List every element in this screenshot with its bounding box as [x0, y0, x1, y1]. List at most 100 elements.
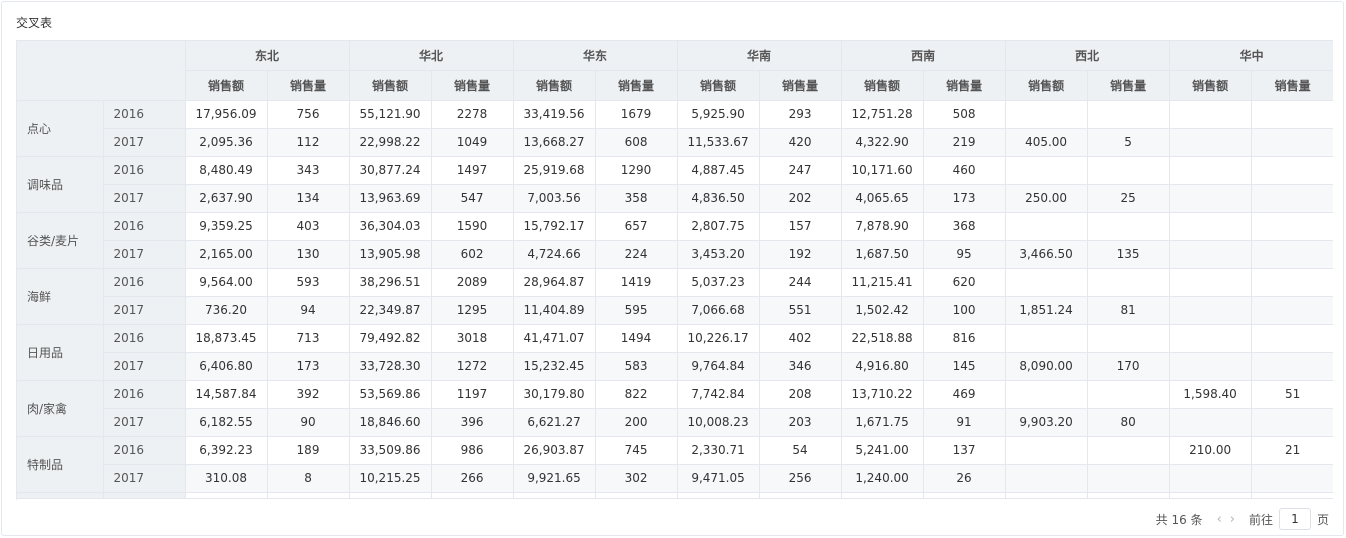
value-cell: 6,621.27: [513, 408, 596, 437]
value-cell: 5,241.00: [841, 436, 924, 465]
value-cell: 224: [595, 240, 678, 269]
value-cell: 200: [595, 408, 678, 437]
category-cell: 肉/家禽: [17, 380, 104, 437]
value-cell: 13,668.27: [513, 128, 596, 157]
value-cell: [1251, 464, 1333, 493]
measure-header: 销售量: [1251, 70, 1333, 101]
region-header: 东北: [185, 41, 350, 71]
chevron-left-icon[interactable]: ‹: [1217, 512, 1222, 527]
value-cell: 402: [759, 324, 842, 353]
value-cell: 22,518.88: [841, 324, 924, 353]
value-cell: 173: [923, 184, 1006, 213]
year-cell: 2016: [103, 268, 186, 297]
value-cell: 5: [1087, 128, 1170, 157]
value-cell: [1251, 100, 1333, 129]
value-cell: 10,226.17: [677, 324, 760, 353]
value-cell: 2089: [431, 268, 514, 297]
year-cell: 2016: [103, 100, 186, 129]
value-cell: 91: [923, 408, 1006, 437]
empty-cell: [349, 492, 432, 499]
header-row-measures: 销售额 销售量 销售额 销售量 销售额 销售量 销售额 销售量 销售额 销售量 销售额 销售量 销售额销…: [17, 70, 1333, 101]
value-cell: 15,232.45: [513, 352, 596, 381]
value-cell: 13,905.98: [349, 240, 432, 269]
value-cell: 192: [759, 240, 842, 269]
value-cell: 756: [267, 100, 350, 129]
value-cell: 4,065.65: [841, 184, 924, 213]
year-cell: 2017: [103, 352, 186, 381]
value-cell: 145: [923, 352, 1006, 381]
value-cell: 986: [431, 436, 514, 465]
value-cell: 5,037.23: [677, 268, 760, 297]
value-cell: 6,392.23: [185, 436, 268, 465]
value-cell: 583: [595, 352, 678, 381]
value-cell: 9,471.05: [677, 464, 760, 493]
value-cell: 1419: [595, 268, 678, 297]
table-row: 调味品 2016 8,480.49 343 30,877.24 1497 25,919.68…: [17, 156, 1333, 213]
chevron-right-icon[interactable]: ›: [1230, 512, 1235, 527]
year-cell: 2017: [103, 128, 186, 157]
value-cell: 95: [923, 240, 1006, 269]
value-cell: 2,330.71: [677, 436, 760, 465]
table-row: 2017 6,182.55 90 18,846.60 396 6,621.27 200 10,…: [17, 408, 1333, 437]
value-cell: 55,121.90: [349, 100, 432, 129]
value-cell: [1169, 128, 1252, 157]
table-row: 2017 736.20 94 22,349.87 1295 11,404.89 595 7,0…: [17, 296, 1333, 325]
measure-header: 销售额: [185, 70, 268, 101]
value-cell: 33,509.86: [349, 436, 432, 465]
pagination: 共 16 条 ‹ › 前往 页: [1156, 508, 1329, 530]
value-cell: 9,359.25: [185, 212, 268, 241]
value-cell: [1169, 464, 1252, 493]
page-word-label: 页: [1316, 512, 1329, 527]
year-cell: 2016: [103, 380, 186, 409]
value-cell: 112: [267, 128, 350, 157]
year-cell: 2017: [103, 240, 186, 269]
value-cell: 1,687.50: [841, 240, 924, 269]
value-cell: [1169, 184, 1252, 213]
value-cell: 17,956.09: [185, 100, 268, 129]
page-number-input[interactable]: [1278, 508, 1311, 530]
value-cell: 100: [923, 296, 1006, 325]
value-cell: 10,171.60: [841, 156, 924, 185]
value-cell: 7,066.68: [677, 296, 760, 325]
value-cell: [1005, 464, 1088, 493]
value-cell: [1005, 380, 1088, 409]
table-row-partial: [17, 492, 1333, 499]
year-cell: 2017: [103, 184, 186, 213]
measure-header: 销售额: [349, 70, 432, 101]
value-cell: 11,533.67: [677, 128, 760, 157]
value-cell: 620: [923, 268, 1006, 297]
value-cell: [1087, 100, 1170, 129]
empty-cell: [759, 492, 842, 499]
value-cell: 595: [595, 296, 678, 325]
crosstab-table-wrapper[interactable]: 东北 华北 华东 华南 西南 西北 华中 销售额 销售量 销售额 销售量 销售额 销售量 销售额 销售量 销售…: [16, 40, 1333, 500]
value-cell: 189: [267, 436, 350, 465]
value-cell: [1251, 128, 1333, 157]
value-cell: 54: [759, 436, 842, 465]
region-header: 华中: [1169, 41, 1333, 71]
value-cell: 30,877.24: [349, 156, 432, 185]
value-cell: 2,807.75: [677, 212, 760, 241]
value-cell: 13,963.69: [349, 184, 432, 213]
year-cell: 2016: [103, 212, 186, 241]
value-cell: 1679: [595, 100, 678, 129]
value-cell: 816: [923, 324, 1006, 353]
panel-title: 交叉表: [16, 16, 53, 30]
value-cell: [1005, 212, 1088, 241]
header-row-regions: 东北 华北 华东 华南 西南 西北 华中: [17, 41, 1333, 101]
value-cell: 403: [267, 212, 350, 241]
category-cell: 点心: [17, 100, 104, 157]
value-cell: 14,587.84: [185, 380, 268, 409]
value-cell: [1087, 268, 1170, 297]
empty-cell: [1087, 492, 1170, 499]
value-cell: 30,179.80: [513, 380, 596, 409]
region-header: 华南: [677, 41, 842, 71]
value-cell: [1169, 296, 1252, 325]
value-cell: 250.00: [1005, 184, 1088, 213]
measure-header: 销售额: [1005, 70, 1088, 101]
value-cell: [1169, 100, 1252, 129]
value-cell: 3,453.20: [677, 240, 760, 269]
value-cell: 405.00: [1005, 128, 1088, 157]
value-cell: 90: [267, 408, 350, 437]
measure-header: 销售额: [677, 70, 760, 101]
value-cell: 10,215.25: [349, 464, 432, 493]
